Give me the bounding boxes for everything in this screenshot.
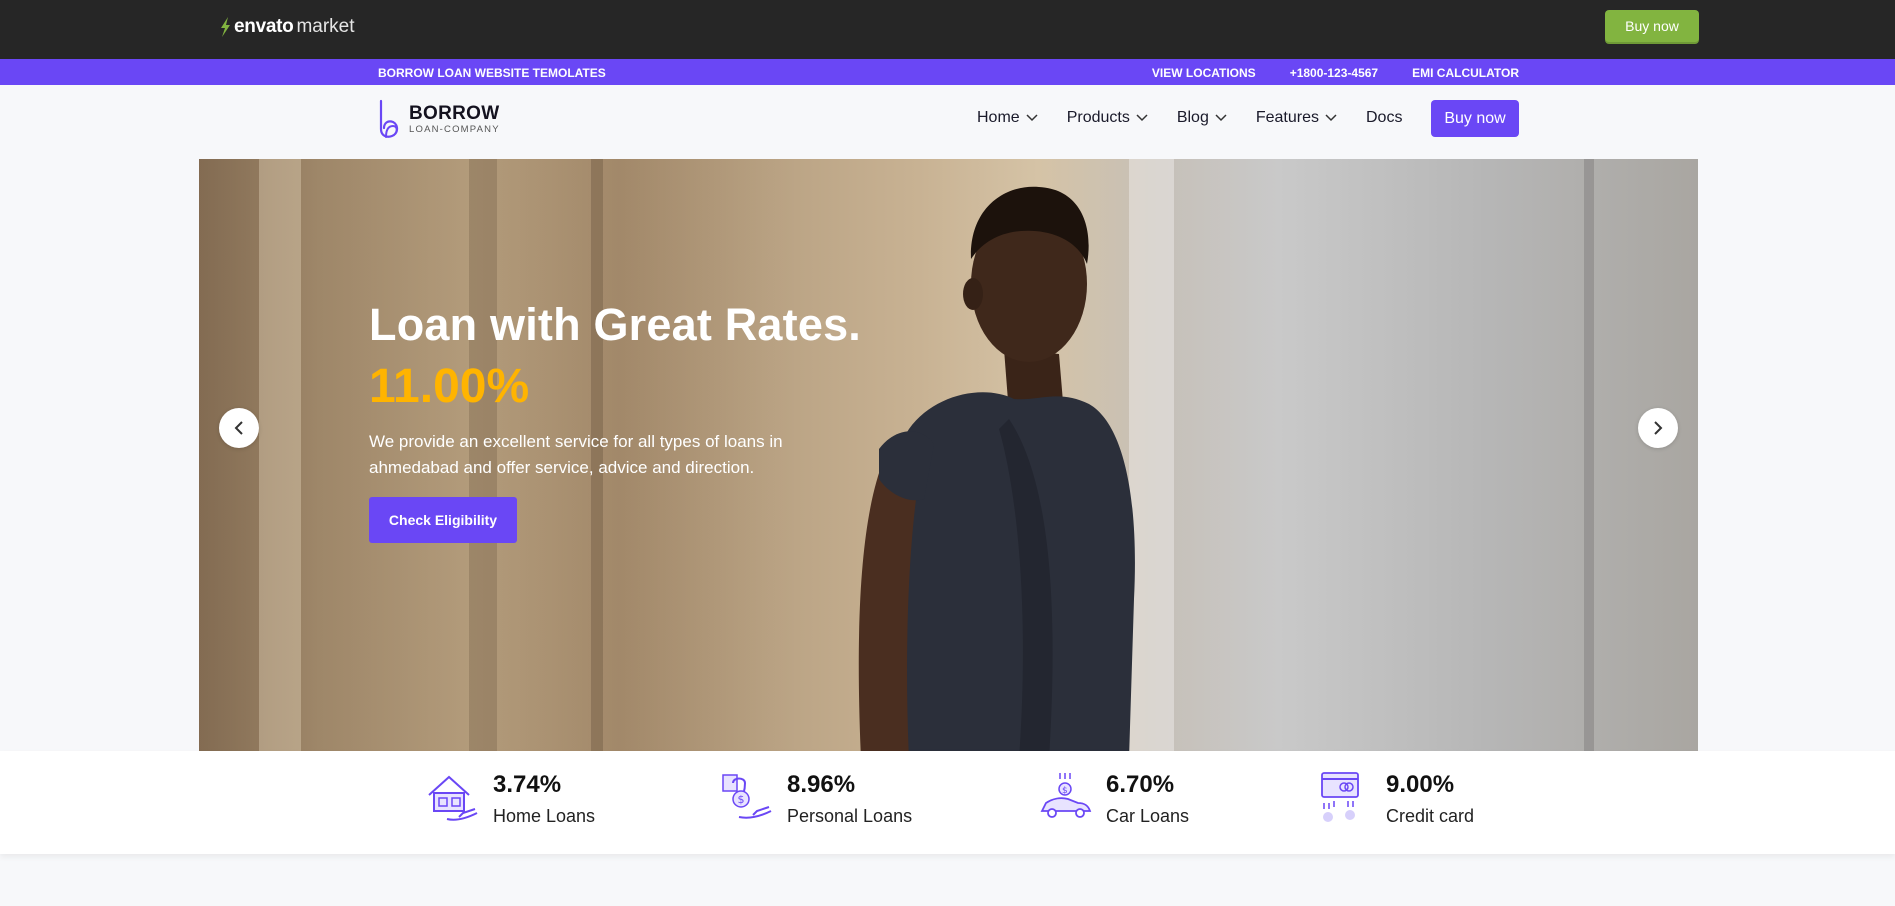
info-bar: BORROW LOAN WEBSITE TEMOLATES VIEW LOCAT… xyxy=(0,59,1895,85)
slider-prev-button[interactable] xyxy=(219,408,259,448)
nav-item-products[interactable]: Products xyxy=(1067,109,1148,127)
chevron-down-icon xyxy=(1215,114,1227,122)
background-panel xyxy=(1584,159,1594,751)
chevron-right-icon xyxy=(1654,421,1663,435)
chevron-left-icon xyxy=(234,421,243,435)
envato-top-bar: envato market Buy now xyxy=(0,0,1895,59)
loan-rates-strip: 3.74% Home Loans $ 8.96% Personal Loans … xyxy=(0,751,1895,854)
chevron-down-icon xyxy=(1136,114,1148,122)
slider-next-button[interactable] xyxy=(1638,408,1678,448)
envato-logo[interactable]: envato market xyxy=(218,15,355,39)
logo-subtitle: LOAN-COMPANY xyxy=(409,123,500,135)
site-title: BORROW LOAN WEBSITE TEMOLATES xyxy=(378,66,606,80)
nav-item-blog[interactable]: Blog xyxy=(1177,109,1227,127)
car-loan-icon: $ xyxy=(1040,773,1092,818)
svg-text:$: $ xyxy=(1062,786,1068,796)
rate-value: 3.74% xyxy=(493,771,562,798)
borrow-logo[interactable]: BORROW LOAN-COMPANY xyxy=(377,99,500,139)
hero-title: Loan with Great Rates. xyxy=(369,299,861,350)
rate-label: Credit card xyxy=(1386,806,1475,826)
rate-value: 9.00% xyxy=(1386,771,1455,798)
nav-item-features[interactable]: Features xyxy=(1256,109,1337,127)
rate-value: 8.96% xyxy=(787,771,856,798)
hero-slider: Loan with Great Rates. 11.00% We provide… xyxy=(199,159,1698,751)
envato-brand-text: envato xyxy=(234,16,294,37)
main-nav: Home Products Blog Features Docs xyxy=(977,109,1437,127)
hero-person-image xyxy=(858,186,1135,751)
envato-buy-now-button[interactable]: Buy now xyxy=(1605,10,1699,42)
rate-item-home-loans[interactable]: 3.74% Home Loans xyxy=(425,769,595,827)
borrow-logo-icon xyxy=(379,99,399,138)
envato-market-text: market xyxy=(296,16,355,37)
envato-leaf-icon xyxy=(221,17,230,37)
check-eligibility-button[interactable]: Check Eligibility xyxy=(369,497,517,543)
rate-item-personal-loans[interactable]: $ 8.96% Personal Loans xyxy=(719,769,912,827)
nav-item-label: Products xyxy=(1066,109,1130,126)
credit-card-icon xyxy=(1321,772,1359,822)
rate-item-credit-card[interactable]: 9.00% Credit card xyxy=(1318,769,1474,827)
info-links: VIEW LOCATIONS +1800-123-4567 EMI CALCUL… xyxy=(1152,66,1519,80)
main-header: BORROW LOAN-COMPANY Home Products Blog F… xyxy=(0,85,1895,159)
nav-item-docs[interactable]: Docs xyxy=(1366,109,1402,127)
nav-item-label: Blog xyxy=(1176,109,1209,126)
logo-name: BORROW xyxy=(409,102,500,124)
rate-label: Car Loans xyxy=(1106,806,1190,826)
rate-value: 6.70% xyxy=(1106,771,1175,798)
rate-item-car-loans[interactable]: $ 6.70% Car Loans xyxy=(1038,769,1189,827)
nav-item-home[interactable]: Home xyxy=(977,109,1038,127)
emi-calculator-link[interactable]: EMI CALCULATOR xyxy=(1412,66,1519,80)
nav-item-label: Docs xyxy=(1366,109,1403,126)
view-locations-link[interactable]: VIEW LOCATIONS xyxy=(1152,66,1256,80)
header-buy-now-button[interactable]: Buy now xyxy=(1431,100,1519,137)
home-loan-icon xyxy=(428,775,478,821)
nav-item-label: Home xyxy=(977,109,1020,126)
rate-label: Personal Loans xyxy=(787,806,913,826)
personal-loan-icon: $ xyxy=(722,774,772,819)
chevron-down-icon xyxy=(1026,114,1038,122)
hero-rate: 11.00% xyxy=(369,360,530,413)
chevron-down-icon xyxy=(1325,114,1337,122)
nav-item-label: Features xyxy=(1255,109,1319,126)
phone-link[interactable]: +1800-123-4567 xyxy=(1290,66,1378,80)
background-panel xyxy=(259,159,301,751)
rate-label: Home Loans xyxy=(493,806,596,826)
svg-text:$: $ xyxy=(738,793,745,806)
hero-description: We provide an excellent service for all … xyxy=(369,432,783,477)
